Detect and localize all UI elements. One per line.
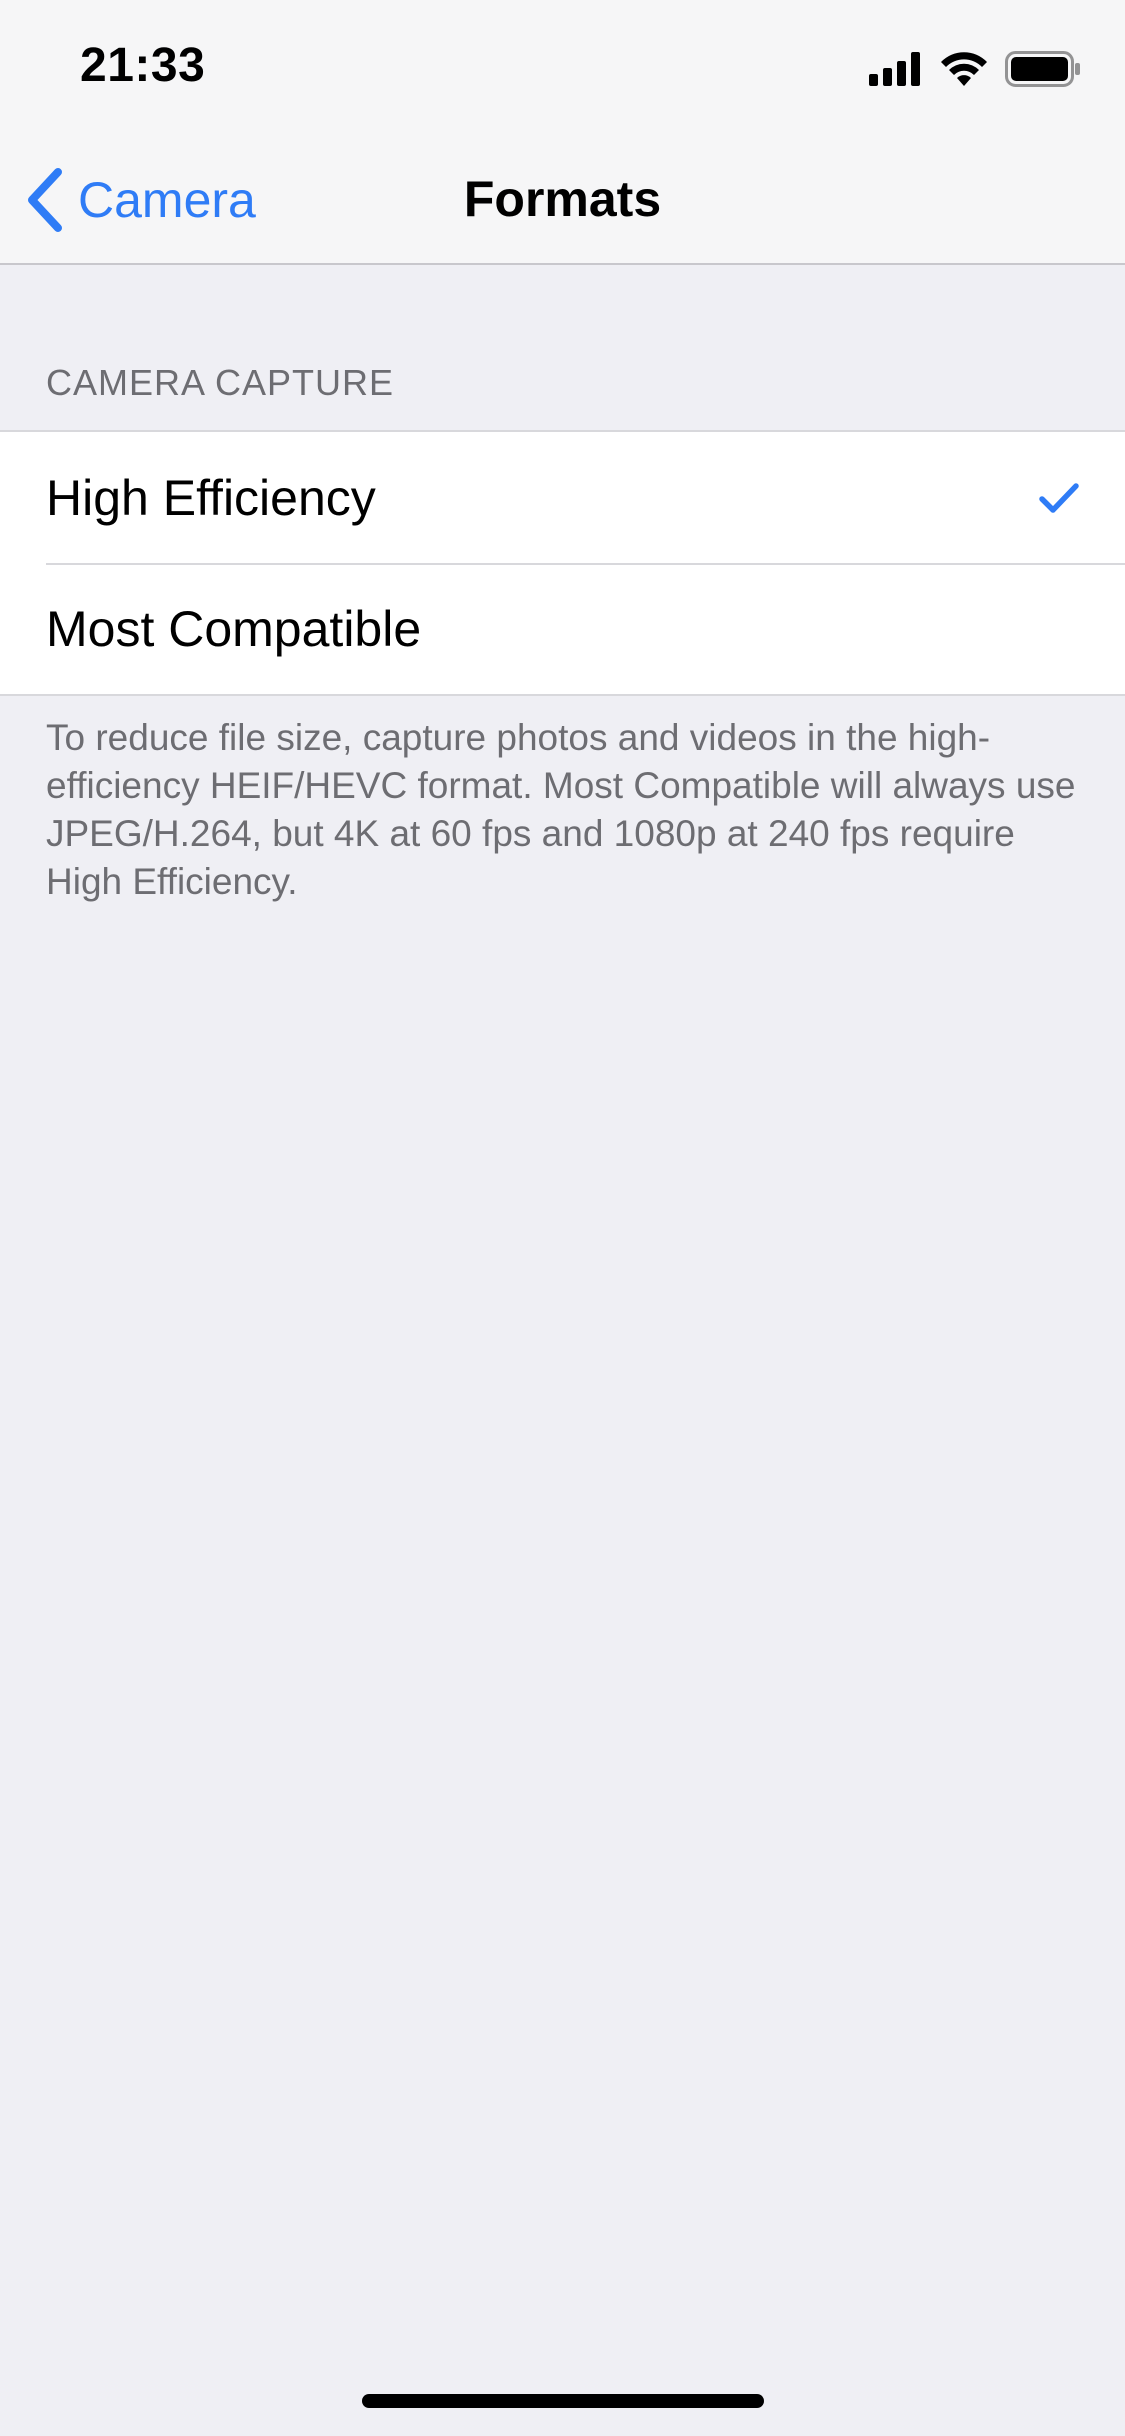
option-most-compatible[interactable]: Most Compatible [0,563,1125,694]
status-icons [869,48,1081,90]
top-bar: 21:33 Camera Formats [0,0,1125,265]
home-indicator[interactable] [362,2394,764,2408]
page-title: Formats [463,171,662,227]
wifi-icon [941,52,987,86]
section-header: CAMERA CAPTURE [46,362,395,403]
section-footer-note: To reduce file size, capture photos and … [46,717,1076,902]
option-label: High Efficiency [46,469,376,526]
battery-icon [1005,51,1080,87]
format-options-group: High Efficiency Most Compatible [0,430,1125,696]
checkmark-icon [1039,482,1079,513]
status-time: 21:33 [80,39,206,92]
signal-icon [869,52,920,86]
option-label: Most Compatible [46,600,422,657]
option-high-efficiency[interactable]: High Efficiency [0,432,1125,563]
